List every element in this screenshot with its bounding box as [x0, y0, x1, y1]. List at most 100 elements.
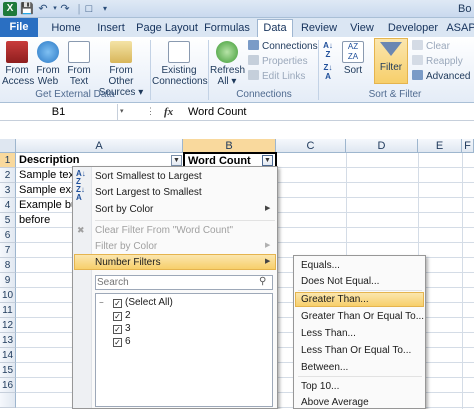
- menu-sort-ascending[interactable]: Sort Smallest to Largest: [95, 169, 202, 184]
- menu-separator: [95, 220, 275, 221]
- excel-logo-icon: X: [3, 2, 17, 16]
- cell-a2[interactable]: Sample tex: [16, 168, 72, 183]
- row-header[interactable]: 3: [0, 183, 16, 198]
- submenu-does-not-equal[interactable]: Does Not Equal...: [301, 274, 379, 289]
- name-box[interactable]: B1: [0, 104, 118, 120]
- formula-bar-splitter[interactable]: ⋮: [146, 106, 155, 117]
- row-header[interactable]: 2: [0, 168, 16, 183]
- properties-button[interactable]: Properties: [248, 55, 308, 68]
- row-header[interactable]: 11: [0, 303, 16, 318]
- from-text-button[interactable]: From Text: [64, 41, 94, 87]
- sort-az-button[interactable]: A↓ Z: [320, 41, 336, 59]
- submenu-greater-than-or-equal[interactable]: Greater Than Or Equal To...: [301, 309, 424, 324]
- existing-connections-button[interactable]: Existing Connections: [152, 41, 208, 87]
- menu-sort-descending[interactable]: Sort Largest to Smallest: [95, 185, 202, 200]
- filter-search-input[interactable]: [97, 276, 247, 289]
- checkbox-checked-icon[interactable]: ✓: [113, 338, 122, 347]
- menu-clear-filter[interactable]: Clear Filter From "Word Count": [95, 223, 233, 238]
- formula-input[interactable]: Word Count: [188, 104, 247, 120]
- sort-za-button[interactable]: Z↓ A: [320, 63, 336, 81]
- title-bar: X 💾 ↶ ▾ ↷ | □ ▾ Bo: [0, 0, 474, 18]
- advanced-filter-button[interactable]: Advanced: [412, 70, 470, 83]
- search-icon: ⚲: [259, 276, 267, 287]
- submenu-equals[interactable]: Equals...: [301, 258, 340, 273]
- connections-button[interactable]: Connections: [248, 40, 318, 53]
- autofilter-menu: A↓ Z Sort Smallest to Largest Z↓ A Sort La…: [72, 166, 278, 409]
- row-header[interactable]: 16: [0, 378, 16, 393]
- tab-view[interactable]: View: [345, 20, 379, 37]
- filter-dropdown-a1-icon[interactable]: ▼: [171, 155, 182, 166]
- filter-funnel-icon: [380, 42, 402, 56]
- ribbon-tabs: File Home Insert Page Layout Formulas Da…: [0, 18, 474, 37]
- column-header-d[interactable]: D: [346, 139, 418, 153]
- submenu-greater-than-label: Greater Than...: [301, 294, 369, 305]
- submenu-arrow-icon: ▶: [265, 242, 271, 249]
- submenu-above-average[interactable]: Above Average: [301, 395, 369, 409]
- tab-developer[interactable]: Developer: [386, 20, 440, 37]
- row-header[interactable]: [0, 393, 16, 408]
- submenu-less-than-or-equal[interactable]: Less Than Or Equal To...: [301, 343, 411, 358]
- tab-page-layout[interactable]: Page Layout: [136, 20, 198, 37]
- tab-review[interactable]: Review: [299, 20, 339, 37]
- tab-file[interactable]: File: [0, 18, 38, 37]
- name-box-dropdown-icon[interactable]: ▾: [120, 107, 124, 115]
- column-header-b[interactable]: B: [183, 139, 276, 153]
- menu-sort-by-color[interactable]: Sort by Color: [95, 202, 153, 217]
- ribbon: From Access From Web From Text From Othe…: [0, 37, 474, 103]
- save-icon[interactable]: 💾: [20, 2, 34, 16]
- tab-formulas[interactable]: Formulas: [202, 20, 252, 37]
- redo-icon[interactable]: ↷: [58, 2, 72, 16]
- sort-button[interactable]: AZ ZA Sort: [340, 41, 366, 76]
- new-document-icon[interactable]: □: [82, 2, 96, 16]
- tree-collapse-icon[interactable]: −: [99, 298, 104, 307]
- row-header[interactable]: 6: [0, 228, 16, 243]
- column-header-f[interactable]: F: [462, 139, 474, 153]
- row-header[interactable]: 14: [0, 348, 16, 363]
- edit-links-button[interactable]: Edit Links: [248, 70, 305, 83]
- from-access-button[interactable]: From Access: [2, 41, 34, 87]
- row-header[interactable]: 9: [0, 273, 16, 288]
- cell-a5[interactable]: before: [16, 213, 72, 228]
- value-item[interactable]: ✓ 6: [113, 334, 131, 349]
- other-sources-icon: [110, 41, 132, 63]
- row-header[interactable]: 13: [0, 333, 16, 348]
- tab-asap[interactable]: ASAP: [446, 20, 474, 37]
- checkbox-checked-icon[interactable]: ✓: [113, 325, 122, 334]
- from-web-button[interactable]: From Web: [34, 41, 62, 87]
- tab-insert[interactable]: Insert: [90, 20, 132, 37]
- number-filters-submenu: Equals... Does Not Equal... Greater Than…: [293, 255, 426, 409]
- text-file-icon: [68, 41, 90, 63]
- customize-qat-icon[interactable]: ▾: [98, 2, 112, 16]
- checkbox-checked-icon[interactable]: ✓: [113, 299, 122, 308]
- submenu-between[interactable]: Between...: [301, 360, 348, 375]
- submenu-less-than[interactable]: Less Than...: [301, 326, 356, 341]
- clear-filter-button[interactable]: Clear: [412, 40, 450, 53]
- row-header[interactable]: 15: [0, 363, 16, 378]
- menu-filter-by-color[interactable]: Filter by Color: [95, 239, 157, 254]
- insert-function-icon[interactable]: fx: [164, 104, 184, 120]
- select-all-corner[interactable]: [0, 139, 16, 153]
- filter-button[interactable]: Filter: [374, 38, 408, 84]
- tab-data[interactable]: Data: [257, 19, 293, 37]
- column-header-e[interactable]: E: [418, 139, 462, 153]
- row-header[interactable]: 7: [0, 243, 16, 258]
- row-header[interactable]: 4: [0, 198, 16, 213]
- clear-filter-icon: [412, 40, 423, 50]
- row-header[interactable]: 8: [0, 258, 16, 273]
- submenu-arrow-icon: ▶: [265, 205, 271, 212]
- sort-za-icon: Z↓ A: [323, 63, 333, 81]
- tab-home[interactable]: Home: [46, 20, 86, 37]
- submenu-top-10[interactable]: Top 10...: [301, 379, 339, 394]
- reapply-button[interactable]: Reapply: [412, 55, 463, 68]
- row-header[interactable]: 10: [0, 288, 16, 303]
- filter-dropdown-b1-icon[interactable]: ▼: [262, 155, 273, 166]
- row-header[interactable]: 12: [0, 318, 16, 333]
- checkbox-checked-icon[interactable]: ✓: [113, 312, 122, 321]
- column-header-a[interactable]: A: [16, 139, 183, 153]
- row-header[interactable]: 1: [0, 153, 16, 168]
- cell-a3[interactable]: Sample exa: [16, 183, 72, 198]
- refresh-all-button[interactable]: Refresh All ▾: [210, 41, 245, 87]
- row-header[interactable]: 5: [0, 213, 16, 228]
- cell-a4[interactable]: Example bu: [16, 198, 72, 213]
- column-header-c[interactable]: C: [276, 139, 346, 153]
